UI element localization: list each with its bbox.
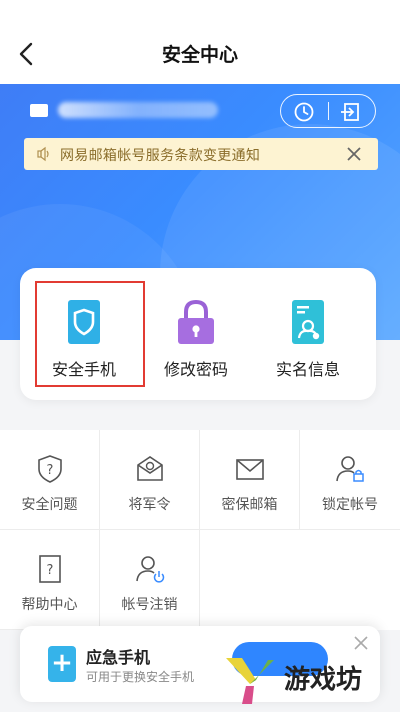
svg-text:?: ? [46, 563, 53, 578]
account-name-redacted [58, 102, 218, 118]
close-icon[interactable] [344, 144, 364, 164]
real-name-button[interactable]: 实名信息 [258, 286, 358, 386]
svg-text:?: ? [46, 463, 53, 478]
primary-actions-card: 安全手机 修改密码 实名信息 [20, 268, 376, 400]
security-grid: ? 安全问题 将军令 密保邮箱 锁定帐号 ? 帮助中心 帐号注销 [0, 430, 400, 630]
change-password-button[interactable]: 修改密码 [146, 286, 246, 386]
user-lock-icon [336, 456, 364, 482]
page-title: 安全中心 [161, 44, 238, 66]
grid-item-help-center[interactable]: ? 帮助中心 [0, 530, 100, 630]
token-envelope-icon [136, 456, 163, 481]
grid-item-label: 帐号注销 [121, 597, 178, 613]
grid-item-security-question[interactable]: ? 安全问题 [0, 430, 100, 530]
watermark-text: 游戏坊 [284, 664, 362, 695]
divider [328, 102, 329, 120]
grid-item-label: 锁定帐号 [322, 497, 378, 513]
speaker-icon [37, 146, 49, 162]
grid-item-label: 帮助中心 [21, 597, 78, 613]
grid-item-label: 密保邮箱 [221, 497, 278, 513]
grid-item-label: 将军令 [128, 497, 171, 513]
change-password-label: 修改密码 [163, 360, 228, 379]
promo-title: 应急手机 [86, 648, 151, 667]
real-name-label: 实名信息 [275, 360, 340, 379]
user-power-icon [135, 556, 164, 583]
shield-phone-icon [68, 300, 100, 344]
grid-item-lock-account[interactable]: 锁定帐号 [300, 430, 400, 530]
grid-item-secure-email[interactable]: 密保邮箱 [200, 430, 300, 530]
notice-text: 网易邮箱帐号服务条款变更通知 [60, 148, 261, 164]
history-clock-icon[interactable] [292, 100, 316, 124]
logout-icon[interactable] [339, 100, 363, 124]
mail-icon [235, 459, 264, 480]
grid-item-delete-account[interactable]: 帐号注销 [100, 530, 200, 630]
grid-item-label: 安全问题 [21, 497, 78, 513]
help-doc-icon: ? [38, 555, 61, 583]
header-actions [280, 94, 376, 128]
notice-banner[interactable]: 网易邮箱帐号服务条款变更通知 [24, 138, 378, 170]
watermark-logo: 游戏坊 [226, 658, 362, 704]
safe-phone-button[interactable]: 安全手机 [34, 286, 134, 386]
grid-item-token[interactable]: 将军令 [100, 430, 200, 530]
question-shield-icon: ? [37, 455, 62, 483]
safe-phone-label: 安全手机 [51, 360, 116, 379]
account-mail-icon [30, 104, 48, 117]
id-document-icon [292, 300, 324, 344]
lock-icon [178, 299, 214, 344]
nav-bar: 安全中心 [0, 0, 400, 84]
promo-subtitle: 可用于更换安全手机 [86, 670, 195, 684]
add-phone-icon [48, 646, 76, 682]
